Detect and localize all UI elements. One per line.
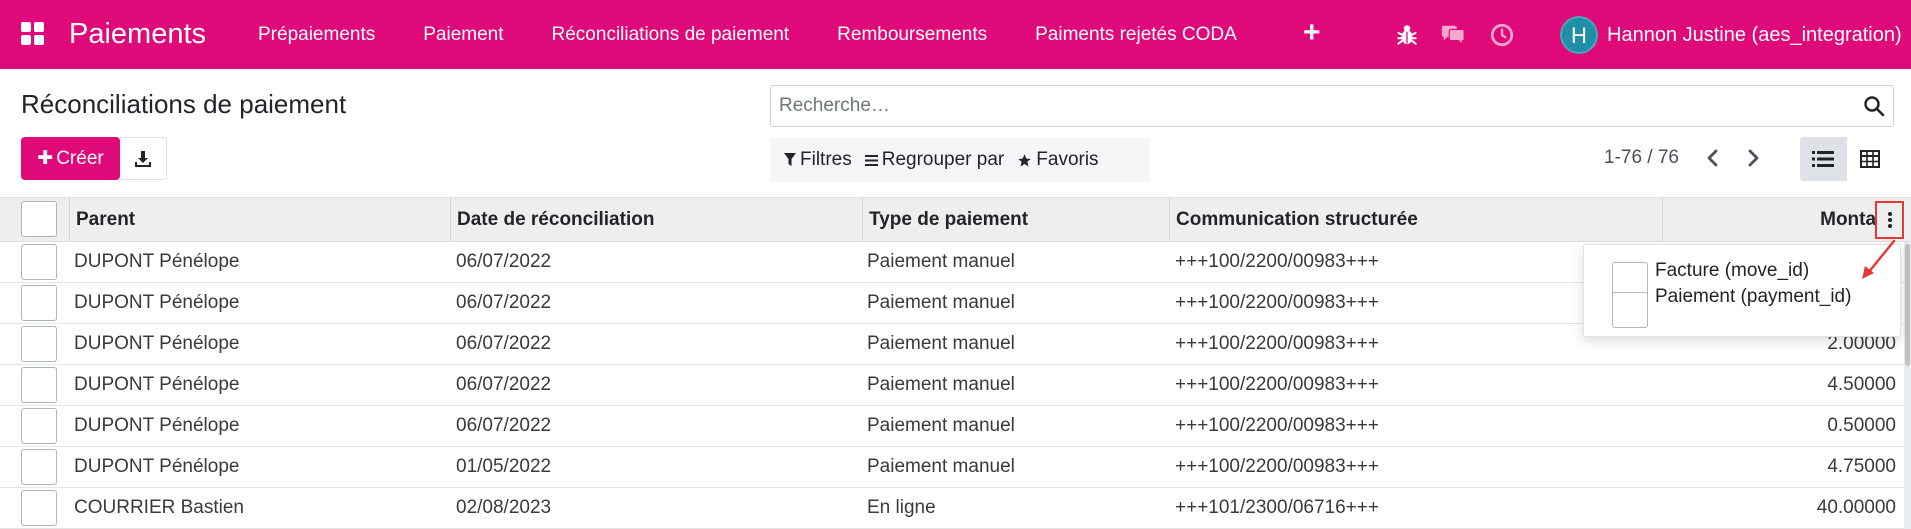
- pager-value[interactable]: 1-76 / 76: [1604, 146, 1679, 170]
- list-bars-icon: [864, 154, 878, 166]
- table-row[interactable]: DUPONT Pénélope 06/07/2022 Paiement manuel…: [0, 406, 1911, 447]
- page-title: Réconciliations de paiement: [21, 89, 347, 119]
- table-row[interactable]: DUPONT Pénélope 01/05/2022 Paiement manuel…: [0, 447, 1911, 488]
- cell-parent: DUPONT Pénélope: [74, 415, 240, 436]
- cell-parent: DUPONT Pénélope: [74, 333, 240, 354]
- download-icon: [135, 151, 151, 167]
- row-checkbox[interactable]: [21, 285, 57, 321]
- app-title[interactable]: Paiements: [69, 14, 206, 54]
- chevron-right-icon[interactable]: [1740, 144, 1766, 172]
- star-icon: [1018, 153, 1032, 166]
- cell-amount: 0.50000: [1827, 415, 1896, 436]
- chevron-left-icon[interactable]: [1700, 144, 1726, 172]
- user-avatar[interactable]: H: [1560, 16, 1598, 54]
- cell-communication: +++100/2200/00983+++: [1175, 415, 1379, 436]
- cell-date: 06/07/2022: [456, 374, 552, 395]
- menu-item-paiement[interactable]: Paiement: [423, 24, 503, 46]
- optional-columns-toggle[interactable]: [1875, 201, 1904, 239]
- clock-icon[interactable]: [1489, 22, 1515, 48]
- row-checkbox[interactable]: [21, 367, 57, 403]
- cell-communication: +++101/2300/06716+++: [1175, 497, 1379, 518]
- download-button[interactable]: [120, 137, 167, 180]
- cell-date: 01/05/2022: [456, 456, 552, 477]
- column-header-date[interactable]: Date de réconciliation: [450, 198, 862, 241]
- pivot-view-button[interactable]: [1847, 137, 1894, 181]
- search-box: [770, 85, 1894, 127]
- menu-item-reconciliations[interactable]: Réconciliations de paiement: [552, 24, 790, 46]
- cell-parent: DUPONT Pénélope: [74, 251, 240, 272]
- cell-date: 06/07/2022: [456, 415, 552, 436]
- optional-column-label: Paiement (payment_id): [1655, 286, 1852, 307]
- scrollbar-thumb[interactable]: [1905, 244, 1910, 366]
- row-checkbox[interactable]: [21, 449, 57, 485]
- list-view-icon: [1812, 151, 1834, 167]
- filters-button[interactable]: Filtres: [784, 149, 852, 171]
- row-checkbox[interactable]: [21, 326, 57, 362]
- group-by-button[interactable]: Regrouper par: [864, 149, 1005, 171]
- cell-date: 06/07/2022: [456, 251, 552, 272]
- bug-icon[interactable]: [1394, 22, 1420, 48]
- cell-amount: 4.50000: [1827, 374, 1896, 395]
- cell-type: Paiement manuel: [867, 456, 1015, 477]
- column-header-communication[interactable]: Communication structurée: [1169, 198, 1662, 241]
- user-name[interactable]: Hannon Justine (aes_integration): [1607, 22, 1902, 48]
- create-button-label: Créer: [56, 148, 104, 169]
- plus-icon: ✚: [37, 148, 54, 169]
- kebab-dot: [1888, 218, 1892, 222]
- table-header: Parent Date de réconciliation Type de pa…: [0, 197, 1911, 242]
- cell-parent: DUPONT Pénélope: [74, 292, 240, 313]
- cell-amount: 40.00000: [1816, 497, 1896, 518]
- cell-type: Paiement manuel: [867, 415, 1015, 436]
- favorites-label: Favoris: [1036, 149, 1099, 170]
- optional-column-checkbox[interactable]: [1612, 292, 1648, 328]
- chat-icon[interactable]: [1440, 22, 1466, 48]
- cell-date: 02/08/2023: [456, 497, 552, 518]
- table-row[interactable]: DUPONT Pénélope 06/07/2022 Paiement manuel…: [0, 365, 1911, 406]
- optional-column-label: Facture (move_id): [1655, 260, 1810, 281]
- search-options-bar: Filtres Regrouper par Favoris: [770, 138, 1150, 182]
- filters-label: Filtres: [800, 149, 852, 170]
- favorites-button[interactable]: Favoris: [1017, 149, 1099, 171]
- cell-parent: COURRIER Bastien: [74, 497, 244, 518]
- cell-parent: DUPONT Pénélope: [74, 456, 240, 477]
- cell-type: En ligne: [867, 497, 936, 518]
- cell-type: Paiement manuel: [867, 251, 1015, 272]
- main-menu: Prépaiements Paiement Réconciliations de…: [258, 0, 1285, 69]
- cell-type: Paiement manuel: [867, 292, 1015, 313]
- cell-date: 06/07/2022: [456, 292, 552, 313]
- create-button[interactable]: ✚ Créer: [21, 137, 120, 180]
- cell-communication: +++100/2200/00983+++: [1175, 374, 1379, 395]
- search-input[interactable]: [779, 86, 1839, 126]
- menu-item-paiements-rejetes-coda[interactable]: Paiments rejetés CODA: [1035, 24, 1237, 46]
- cell-parent: DUPONT Pénélope: [74, 374, 240, 395]
- cell-date: 06/07/2022: [456, 333, 552, 354]
- top-navbar: Paiements Prépaiements Paiement Réconcil…: [0, 0, 1911, 69]
- menu-item-prepaiements[interactable]: Prépaiements: [258, 24, 375, 46]
- column-header-parent[interactable]: Parent: [69, 198, 451, 241]
- kebab-dot: [1888, 212, 1892, 216]
- select-all-checkbox[interactable]: [21, 201, 57, 237]
- kebab-dot: [1888, 224, 1892, 228]
- menu-item-remboursements[interactable]: Remboursements: [837, 24, 987, 46]
- cell-communication: +++100/2200/00983+++: [1175, 456, 1379, 477]
- group-by-label: Regrouper par: [881, 149, 1005, 170]
- cell-amount: 4.75000: [1827, 456, 1896, 477]
- column-header-type[interactable]: Type de paiement: [862, 198, 1169, 241]
- add-menu-plus-icon[interactable]: +: [1303, 15, 1321, 51]
- search-icon[interactable]: [1863, 95, 1885, 117]
- apps-grid-icon[interactable]: [21, 22, 45, 46]
- cell-type: Paiement manuel: [867, 374, 1015, 395]
- table-grid-icon: [1860, 150, 1880, 168]
- table-row[interactable]: COURRIER Bastien 02/08/2023 En ligne +++101…: [0, 488, 1911, 529]
- list-view-button[interactable]: [1800, 137, 1847, 181]
- cell-type: Paiement manuel: [867, 333, 1015, 354]
- row-checkbox[interactable]: [21, 244, 57, 280]
- row-checkbox[interactable]: [21, 408, 57, 444]
- row-checkbox[interactable]: [21, 490, 57, 526]
- annotation-arrow-icon: [1862, 239, 1896, 279]
- filter-icon: [784, 153, 796, 166]
